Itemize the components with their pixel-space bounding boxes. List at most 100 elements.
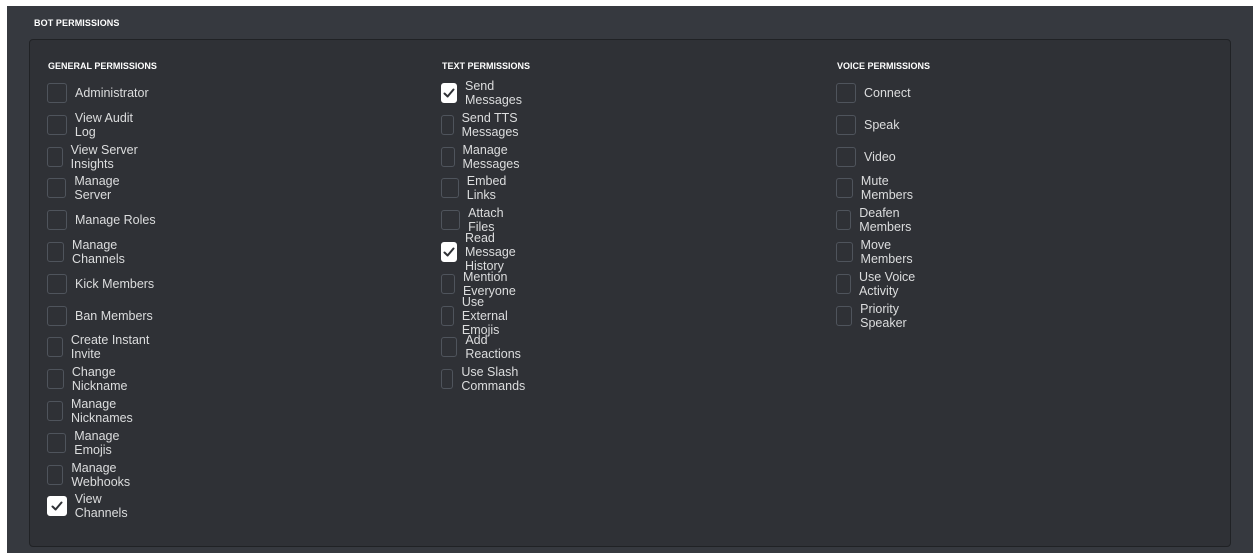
permission-checkbox[interactable] — [836, 210, 852, 231]
permission-label: Deafen Members — [859, 206, 912, 235]
permission-checkbox[interactable] — [47, 305, 67, 326]
permission-checkbox[interactable] — [47, 337, 63, 358]
permission-use-external-emojis[interactable]: Use External Emojis — [441, 295, 530, 337]
permission-label: Mention Everyone — [462, 269, 516, 298]
permission-view-channels[interactable]: View Channels — [47, 492, 157, 521]
permission-checkbox[interactable] — [836, 178, 853, 199]
permission-checkbox[interactable] — [47, 146, 63, 167]
checkmark-icon — [443, 88, 455, 98]
permission-mention-everyone[interactable]: Mention Everyone — [441, 269, 530, 298]
permission-label: Speak — [864, 117, 900, 132]
general-permissions-title: GENERAL PERMISSIONS — [48, 61, 157, 71]
permission-kick-members[interactable]: Kick Members — [47, 273, 154, 295]
permission-label: View Server Insights — [70, 142, 138, 171]
permission-checkbox[interactable] — [836, 114, 856, 135]
permission-ban-members[interactable]: Ban Members — [47, 305, 153, 327]
permission-checkbox[interactable] — [47, 210, 67, 231]
permission-create-instant-invite[interactable]: Create Instant Invite — [47, 333, 157, 362]
permission-view-audit-log[interactable]: View Audit Log — [47, 110, 157, 139]
permission-label: Manage Nicknames — [70, 397, 133, 425]
permission-checkbox[interactable] — [441, 337, 458, 358]
permission-use-slash-commands[interactable]: Use Slash Commands — [441, 365, 533, 393]
text-permissions-title: TEXT PERMISSIONS — [442, 61, 531, 71]
permission-view-server-insights[interactable]: View Server Insights — [47, 142, 157, 171]
voice-permissions-title: VOICE PERMISSIONS — [837, 61, 931, 71]
permission-label: Manage Roles — [75, 213, 156, 228]
permission-label: Manage Channels — [72, 238, 125, 266]
permission-speak[interactable]: Speak — [836, 114, 899, 136]
permission-read-message-history[interactable]: Read Message History — [441, 231, 530, 273]
permission-use-voice-activity[interactable]: Use Voice Activity — [836, 269, 930, 298]
permission-checkbox[interactable] — [836, 273, 851, 294]
permission-deafen-members[interactable]: Deafen Members — [836, 206, 930, 235]
permission-label: Kick Members — [75, 276, 155, 291]
permission-send-messages[interactable]: Send Messages — [441, 79, 530, 107]
permission-label: Move Members — [860, 238, 913, 266]
permission-checkbox[interactable] — [47, 83, 67, 103]
permission-manage-server[interactable]: Manage Server — [47, 174, 157, 203]
permission-mute-members[interactable]: Mute Members — [836, 174, 930, 203]
checkmark-icon — [51, 501, 63, 511]
text-permissions-column: TEXT PERMISSIONS Send Messages Send TTS M… — [441, 60, 531, 393]
permission-manage-webhooks[interactable]: Manage Webhooks — [47, 461, 157, 489]
permission-administrator[interactable]: Administrator — [47, 82, 149, 104]
permission-label: Administrator — [75, 86, 149, 100]
permission-checkbox[interactable] — [441, 242, 457, 262]
permission-label: Embed Links — [466, 174, 507, 203]
permission-checkbox[interactable] — [47, 401, 63, 421]
permission-checkbox[interactable] — [441, 273, 455, 294]
permission-add-reactions[interactable]: Add Reactions — [441, 333, 530, 361]
permission-label: Mute Members — [860, 174, 914, 203]
permission-label: Use Voice Activity — [858, 269, 916, 298]
permission-checkbox[interactable] — [441, 114, 454, 135]
permission-manage-nicknames[interactable]: Manage Nicknames — [47, 397, 157, 425]
permission-checkbox[interactable] — [47, 178, 67, 199]
permission-manage-channels[interactable]: Manage Channels — [47, 238, 157, 266]
permission-checkbox[interactable] — [47, 464, 64, 485]
permission-checkbox[interactable] — [836, 242, 853, 262]
permission-checkbox[interactable] — [47, 432, 67, 453]
permission-checkbox[interactable] — [47, 273, 67, 294]
permission-send-tts-messages[interactable]: Send TTS Messages — [441, 111, 530, 139]
permission-label: Connect — [864, 86, 911, 100]
permission-connect[interactable]: Connect — [836, 82, 911, 104]
permission-checkbox[interactable] — [441, 305, 454, 326]
permission-checkbox[interactable] — [836, 305, 853, 326]
permission-label: Manage Messages — [462, 142, 520, 171]
permission-change-nickname[interactable]: Change Nickname — [47, 365, 157, 393]
permission-checkbox[interactable] — [47, 369, 64, 390]
general-permissions-column: GENERAL PERMISSIONS Administrator View Au… — [47, 60, 157, 520]
permissions-box: GENERAL PERMISSIONS Administrator View Au… — [29, 39, 1231, 547]
permission-embed-links[interactable]: Embed Links — [441, 174, 530, 203]
permission-checkbox[interactable] — [441, 146, 455, 167]
permission-video[interactable]: Video — [836, 146, 896, 168]
permission-label: Read Message History — [465, 231, 516, 273]
permission-checkbox[interactable] — [836, 83, 856, 103]
permission-move-members[interactable]: Move Members — [836, 238, 930, 266]
permission-label: Attach Files — [468, 206, 504, 235]
permission-checkbox[interactable] — [441, 178, 459, 199]
permission-label: Manage Server — [74, 174, 120, 203]
permission-attach-files[interactable]: Attach Files — [441, 206, 530, 235]
permission-label: Send Messages — [465, 79, 522, 107]
permission-manage-emojis[interactable]: Manage Emojis — [47, 429, 157, 457]
permission-manage-messages[interactable]: Manage Messages — [441, 142, 530, 171]
permission-label: View Channels — [74, 492, 128, 521]
permission-checkbox[interactable] — [441, 83, 457, 103]
permission-checkbox[interactable] — [836, 146, 856, 167]
permission-label: Create Instant Invite — [70, 333, 150, 362]
permission-label: Priority Speaker — [860, 301, 907, 330]
permission-checkbox[interactable] — [47, 496, 67, 517]
permission-priority-speaker[interactable]: Priority Speaker — [836, 301, 930, 330]
permission-checkbox[interactable] — [441, 369, 454, 390]
bot-permissions-panel: BOT PERMISSIONS GENERAL PERMISSIONS Admi… — [7, 6, 1253, 553]
permission-checkbox[interactable] — [47, 242, 65, 262]
permission-label: Use External Emojis — [461, 294, 508, 337]
permission-checkbox[interactable] — [47, 114, 67, 135]
permission-label: View Audit Log — [74, 110, 134, 139]
permission-label: Video — [864, 149, 896, 164]
permission-manage-roles[interactable]: Manage Roles — [47, 209, 156, 231]
voice-permissions-column: VOICE PERMISSIONS Connect Speak Video Mute … — [836, 60, 931, 330]
permission-checkbox[interactable] — [441, 210, 461, 231]
permission-label: Ban Members — [75, 308, 153, 323]
